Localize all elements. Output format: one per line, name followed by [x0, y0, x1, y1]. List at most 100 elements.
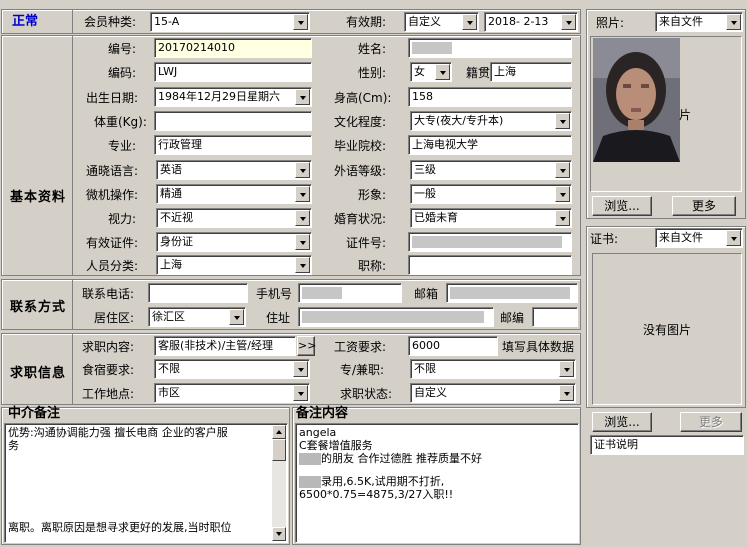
vision-select[interactable]: 不近视 [156, 208, 312, 228]
job-title-field[interactable] [408, 255, 572, 275]
native-label: 籍贯 [466, 66, 491, 80]
school-field[interactable]: 上海电视大学 [408, 135, 572, 155]
certificate-browse-button[interactable]: 浏览... [592, 412, 652, 432]
job-state-select[interactable]: 自定义 [410, 383, 576, 403]
weight-field[interactable] [154, 111, 312, 131]
language-label: 通晓语言: [86, 164, 139, 178]
job-title-label: 职称: [358, 259, 387, 273]
category-label: 人员分类: [86, 259, 139, 273]
computer-skill-label: 微机操作: [86, 188, 139, 202]
board-select[interactable]: 不限 [154, 359, 310, 379]
email-label: 邮箱 [414, 287, 439, 301]
chevron-down-icon[interactable] [555, 210, 570, 226]
job-content-more-button[interactable]: >> [297, 336, 316, 356]
salary-field[interactable]: 6000 [408, 336, 498, 356]
certificate-label: 证书: [590, 232, 619, 246]
chevron-down-icon[interactable] [555, 186, 570, 202]
chevron-down-icon[interactable] [561, 14, 576, 30]
gender-select[interactable]: 女 [410, 62, 452, 82]
redacted-block [412, 42, 452, 54]
chevron-down-icon[interactable] [559, 385, 574, 401]
certificate-more-button[interactable]: 更多 [680, 412, 742, 432]
photo-browse-button[interactable]: 浏览... [592, 196, 652, 216]
id-type-value: 身份证 [160, 235, 193, 248]
computer-skill-select[interactable]: 精通 [156, 184, 312, 204]
appearance-value: 一般 [414, 187, 436, 200]
chevron-down-icon[interactable] [435, 64, 450, 80]
major-field[interactable]: 行政管理 [154, 135, 312, 155]
name-field[interactable] [408, 38, 572, 58]
chevron-down-icon[interactable] [555, 162, 570, 178]
foreign-level-select[interactable]: 三级 [410, 160, 572, 180]
job-content-field[interactable]: 客服(非技术)/主管/经理 [154, 336, 296, 356]
code-field[interactable]: LWJ [154, 62, 312, 82]
marital-select[interactable]: 已婚未育 [410, 208, 572, 228]
chevron-down-icon[interactable] [295, 89, 310, 105]
chevron-down-icon[interactable] [295, 162, 310, 178]
validity-label: 有效期: [346, 15, 387, 29]
photo-label: 照片: [596, 16, 625, 30]
id-number-field[interactable] [408, 232, 572, 252]
number-field[interactable]: 20170214010 [154, 38, 312, 58]
chevron-down-icon[interactable] [726, 14, 741, 30]
chevron-down-icon[interactable] [293, 361, 308, 377]
id-type-select[interactable]: 身份证 [156, 232, 312, 252]
language-value: 英语 [160, 163, 182, 176]
chevron-down-icon[interactable] [559, 361, 574, 377]
fulltime-label: 专/兼职: [340, 363, 385, 377]
marital-value: 已婚未育 [414, 211, 458, 224]
zip-field[interactable] [532, 307, 578, 327]
certificate-source-select[interactable]: 来自文件 [655, 228, 743, 248]
address-field[interactable] [298, 307, 494, 327]
scroll-up-icon[interactable] [272, 425, 286, 439]
district-select[interactable]: 徐汇区 [148, 307, 246, 327]
phone-field[interactable] [148, 283, 248, 303]
email-field[interactable] [446, 283, 578, 303]
board-value: 不限 [158, 362, 180, 375]
validity-date-picker[interactable]: 2018- 2-13 [484, 12, 578, 32]
chevron-down-icon[interactable] [295, 257, 310, 273]
foreign-level-value: 三级 [414, 163, 436, 176]
photo-more-button[interactable]: 更多 [672, 196, 736, 216]
vision-value: 不近视 [160, 211, 193, 224]
scroll-thumb[interactable] [272, 439, 286, 461]
member-type-select[interactable]: 15-A [150, 12, 310, 32]
fulltime-select[interactable]: 不限 [410, 359, 576, 379]
agency-note-line: 离职。离职原因是想寻求更好的发展,当时职位 [8, 521, 232, 534]
weight-label: 体重(Kg): [94, 115, 147, 129]
mobile-field[interactable] [298, 283, 402, 303]
agency-note-textarea[interactable]: 优势:沟通协调能力强 擅长电商 企业的客户服 务 离职。离职原因是想寻求更好的发… [4, 423, 288, 543]
certificate-description-field[interactable]: 证书说明 [590, 435, 744, 455]
category-select[interactable]: 上海 [156, 255, 312, 275]
chevron-down-icon[interactable] [293, 14, 308, 30]
chevron-down-icon[interactable] [293, 385, 308, 401]
salary-label: 工资要求: [334, 340, 387, 354]
birth-date-picker[interactable]: 1984年12月29日星期六 [154, 87, 312, 107]
chevron-down-icon[interactable] [295, 234, 310, 250]
mobile-label: 手机号 [256, 287, 293, 301]
height-field[interactable]: 158 [408, 87, 572, 107]
scroll-down-icon[interactable] [272, 527, 286, 541]
validity-mode-select[interactable]: 自定义 [404, 12, 479, 32]
agency-note-line: 务 [8, 439, 19, 452]
agency-note-scrollbar[interactable] [272, 425, 286, 541]
place-select[interactable]: 市区 [154, 383, 310, 403]
chevron-down-icon[interactable] [295, 186, 310, 202]
chevron-down-icon[interactable] [462, 14, 477, 30]
validity-date-value: 2018- 2-13 [488, 15, 549, 28]
chevron-down-icon[interactable] [229, 309, 244, 325]
section-job-label: 求职信息 [10, 366, 67, 381]
place-value: 市区 [158, 386, 180, 399]
birth-label: 出生日期: [86, 91, 139, 105]
remark-textarea[interactable]: angela C套餐增值服务 的朋友 合作过德胜 推荐质量不好 录用,6.5K,… [295, 423, 579, 543]
fulltime-value: 不限 [414, 362, 436, 375]
chevron-down-icon[interactable] [726, 230, 741, 246]
chevron-down-icon[interactable] [295, 210, 310, 226]
native-field[interactable]: 上海 [490, 62, 572, 82]
appearance-select[interactable]: 一般 [410, 184, 572, 204]
chevron-down-icon[interactable] [555, 113, 570, 129]
appearance-label: 形象: [358, 188, 387, 202]
language-select[interactable]: 英语 [156, 160, 312, 180]
education-select[interactable]: 大专(夜大/专升本) [410, 111, 572, 131]
photo-source-select[interactable]: 来自文件 [655, 12, 743, 32]
